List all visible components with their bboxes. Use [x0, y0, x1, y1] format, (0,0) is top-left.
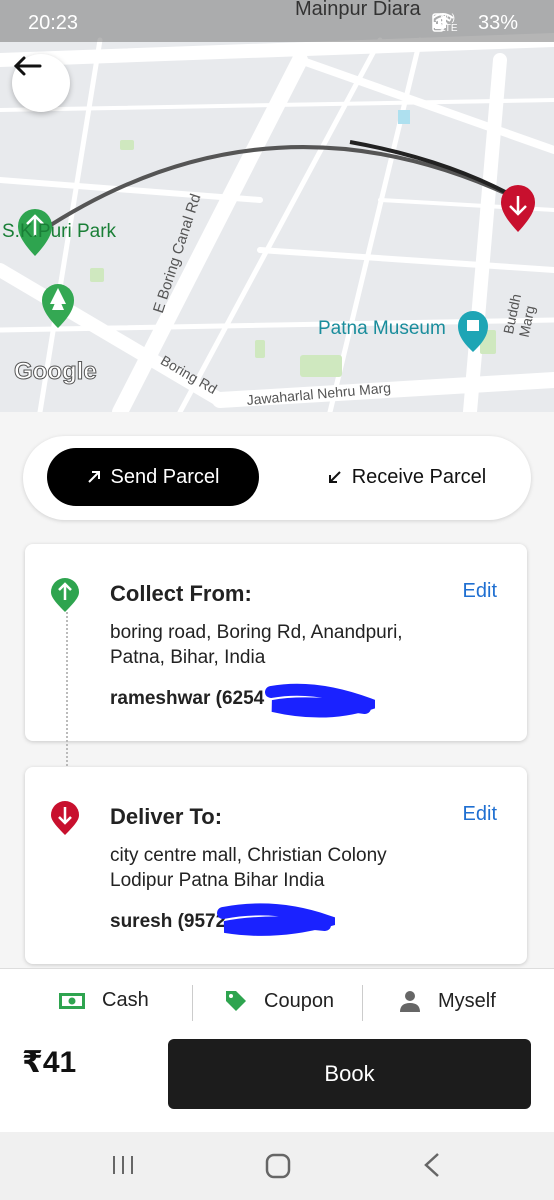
- status-bar: 20:23 Mainpur Diara Vo) LTE 33%: [0, 0, 554, 42]
- status-time: 20:23: [28, 12, 79, 34]
- map-label-museum: Patna Museum: [318, 318, 446, 339]
- send-parcel-label: Send Parcel: [110, 465, 220, 488]
- person-icon: [400, 991, 420, 1012]
- pickup-card: Collect From: Edit boring road, Boring R…: [25, 544, 527, 741]
- back-button[interactable]: [12, 54, 70, 112]
- recipient-label: Myself: [438, 989, 496, 1012]
- dropoff-title: Deliver To:: [110, 804, 223, 829]
- redaction-mark: [217, 903, 335, 936]
- tag-icon: [226, 991, 246, 1011]
- dropoff-card: Deliver To: Edit city centre mall, Chris…: [25, 767, 527, 964]
- receive-parcel-label: Receive Parcel: [351, 465, 487, 488]
- book-button[interactable]: Book: [168, 1039, 531, 1109]
- parcel-mode-toggle: Send Parcel Receive Parcel: [23, 436, 531, 520]
- divider: [192, 985, 193, 1021]
- recipient-button[interactable]: Myself: [398, 989, 496, 1013]
- dropoff-contact: suresh (9572: [110, 911, 227, 932]
- receive-parcel-tab[interactable]: Receive Parcel: [307, 448, 507, 506]
- arrow-down-left-icon: [328, 471, 341, 483]
- payment-method-button[interactable]: Cash: [58, 989, 149, 1012]
- arrow-left-icon: [13, 56, 42, 76]
- coupon-label: Coupon: [264, 989, 335, 1012]
- status-icons: Vo) LTE 33%: [432, 12, 526, 35]
- recent-apps-icon[interactable]: [110, 1152, 136, 1178]
- google-logo: Google: [14, 358, 98, 386]
- payment-method-label: Cash: [102, 989, 149, 1011]
- pickup-pin-icon: [51, 578, 79, 612]
- battery-level: 33%: [477, 12, 518, 34]
- cash-icon: [59, 992, 85, 1009]
- pickup-title: Collect From:: [110, 581, 252, 606]
- send-parcel-tab[interactable]: Send Parcel: [47, 448, 259, 506]
- back-nav-icon[interactable]: [422, 1152, 442, 1178]
- arrow-up-right-icon: [87, 471, 100, 483]
- home-icon[interactable]: [264, 1152, 292, 1180]
- map-canvas: [0, 0, 554, 412]
- drop-pin-icon: [51, 801, 79, 835]
- fare-price: ₹41: [22, 1046, 77, 1079]
- booking-panel: Cash Coupon Myself ₹41 Book: [0, 968, 554, 1132]
- pickup-address: boring road, Boring Rd, Anandpuri, Patna…: [110, 622, 403, 668]
- dropoff-edit-link[interactable]: Edit: [463, 803, 497, 826]
- status-location: Mainpur Diara: [295, 0, 421, 20]
- map-view[interactable]: 20:23 Mainpur Diara Vo) LTE 33% S.K.Puri…: [0, 0, 554, 412]
- pickup-edit-link[interactable]: Edit: [463, 580, 497, 603]
- redaction-mark: [265, 683, 375, 718]
- map-label-park: S.K.Puri Park: [2, 221, 117, 242]
- coupon-button[interactable]: Coupon: [224, 989, 334, 1013]
- dropoff-address: city centre mall, Christian Colony Lodip…: [110, 845, 387, 891]
- pickup-contact: rameshwar (6254: [110, 688, 265, 709]
- system-nav-bar: [0, 1132, 554, 1200]
- divider: [362, 985, 363, 1021]
